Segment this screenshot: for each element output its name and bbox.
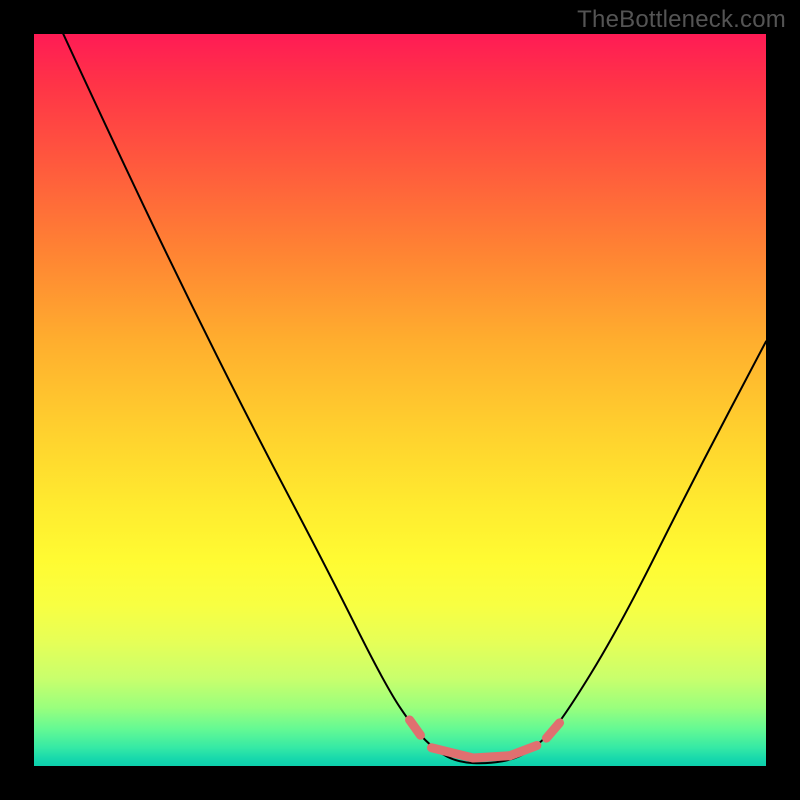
optimal-range-markers <box>34 34 766 766</box>
bottleneck-curve <box>34 34 766 766</box>
chart-frame: TheBottleneck.com <box>0 0 800 800</box>
plot-area <box>34 34 766 766</box>
watermark-text: TheBottleneck.com <box>577 6 786 34</box>
